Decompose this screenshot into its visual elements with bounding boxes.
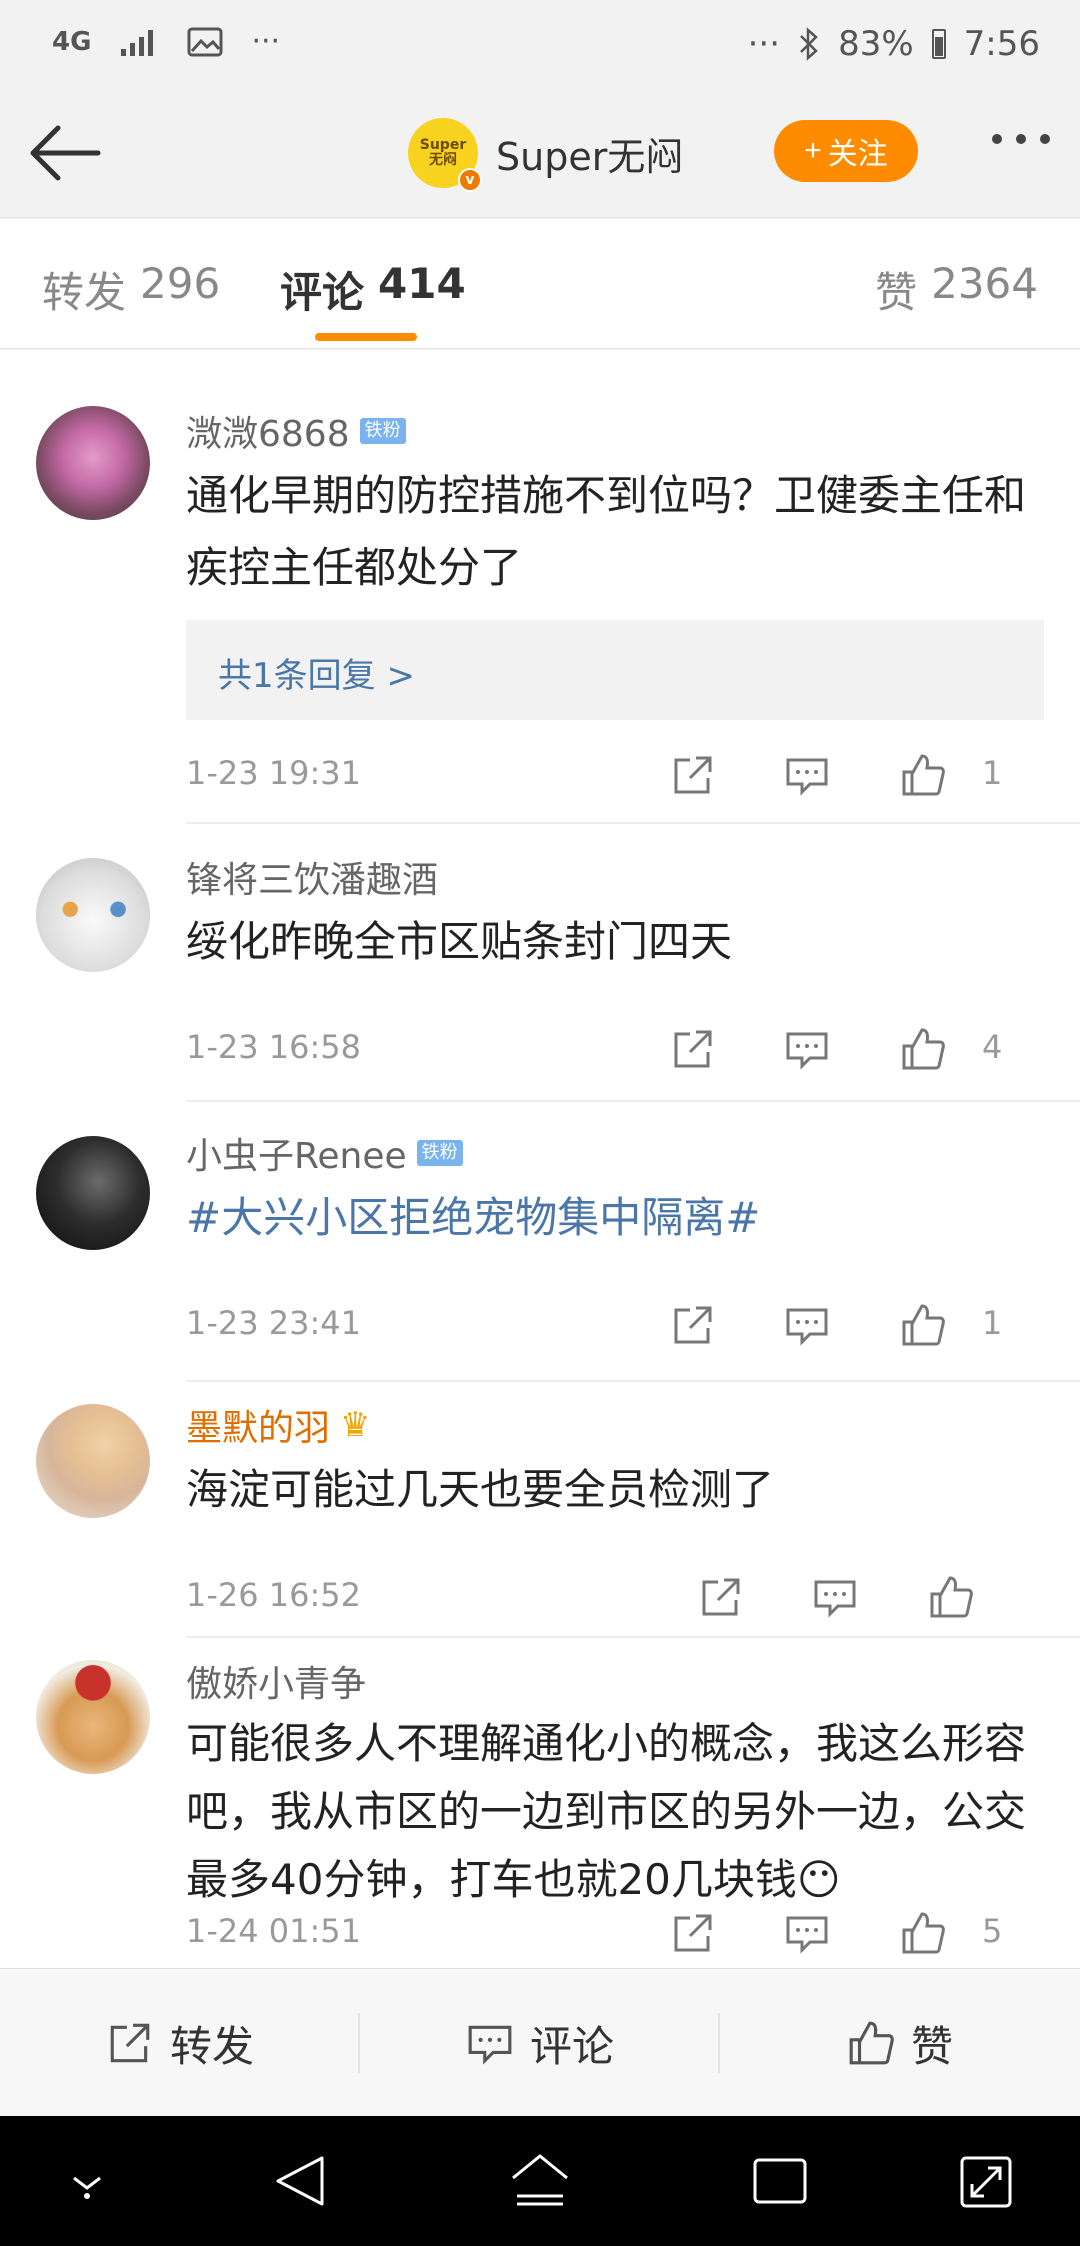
comment-text: 通化早期的防控措施不到位吗？卫健委主任和疾控主任都处分了 [186,471,1027,592]
status-dots: ··· [747,24,781,64]
like-count: 5 [982,1912,1003,1950]
like-icon[interactable] [900,1910,946,1956]
fan-badge: 铁粉 [359,418,406,444]
comment-icon[interactable] [784,1026,830,1072]
username[interactable]: 小虫子Renee [186,1127,407,1179]
repost-icon [110,2023,150,2063]
comment-label: 评论 [529,2021,614,2071]
battery-percent: 83% [838,24,914,64]
active-tab-indicator [315,333,417,341]
app-header: Super 无闷 v Super无闷 + 关注 [0,90,1080,218]
repost-icon[interactable] [698,1574,744,1620]
system-nav-bar [0,2116,1080,2246]
like-icon[interactable] [900,752,946,798]
like-count: 1 [982,1304,1003,1342]
like-count: 4 [982,1028,1003,1066]
repost-icon[interactable] [670,1302,716,1348]
comment-time: 1-23 16:58 [186,1028,362,1066]
username[interactable]: 墨默的羽 [186,1399,330,1451]
comment-time: 1-24 01:51 [186,1912,362,1950]
comment-text: 海淀可能过几天也要全员检测了 [186,1465,775,1514]
comment-icon[interactable] [812,1574,858,1620]
clock: 7:56 [963,24,1040,64]
network-type: 4G [52,26,92,57]
follow-button[interactable]: + 关注 [774,120,918,182]
bottom-action-bar: 转发 评论 赞 [0,1968,1080,2116]
account-info[interactable]: Super 无闷 v Super无闷 [408,118,683,192]
repost-icon[interactable] [670,752,716,798]
expand-icon[interactable] [952,2148,1022,2214]
comment-icon[interactable] [784,1910,830,1956]
comment-item: 溦溦6868 铁粉 通化早期的防控措施不到位吗？卫健委主任和疾控主任都处分了 共… [0,350,1080,824]
comment-button[interactable]: 评论 [360,1969,720,2117]
comment-time: 1-23 23:41 [186,1304,362,1342]
tab-reposts[interactable]: 转发 296 [42,259,220,320]
comment-icon [468,2025,512,2065]
hide-keyboard-icon[interactable] [52,2148,122,2214]
comment-text: 绥化昨晚全市区贴条封门四天 [186,917,733,966]
account-avatar[interactable]: Super 无闷 v [408,118,482,192]
recent-apps-icon[interactable] [745,2148,815,2214]
comment-icon[interactable] [784,1302,830,1348]
repost-button[interactable]: 转发 [0,1969,360,2117]
like-label: 赞 [910,2021,953,2071]
like-icon[interactable] [900,1026,946,1072]
avatar-text: Super 无闷 [419,137,467,168]
comment-time: 1-26 16:52 [186,1576,362,1614]
tab-label: 赞 [875,268,918,317]
home-nav-icon[interactable] [505,2148,575,2214]
user-avatar[interactable] [36,1404,150,1518]
user-avatar[interactable] [36,406,150,520]
like-count: 1 [982,754,1003,792]
comment-text: 可能很多人不理解通化小的概念，我这么形容吧，我从市区的一边到市区的另外一边，公交… [186,1719,1027,1904]
notification-dots: ··· [251,24,281,59]
user-avatar[interactable] [36,1660,150,1774]
tab-comments[interactable]: 评论 414 [280,259,466,320]
comment-icon[interactable] [784,752,830,798]
view-replies-link[interactable]: 共1条回复 > [218,648,415,697]
signal-icon [121,29,154,56]
username[interactable]: 溦溦6868 [186,405,350,457]
repost-icon[interactable] [670,1026,716,1072]
tab-likes[interactable]: 赞 2364 [875,259,1038,320]
tab-count: 296 [140,259,221,308]
plus-icon: + [804,134,822,167]
back-nav-icon[interactable] [266,2148,336,2214]
tab-label: 转发 [42,268,127,317]
tab-label: 评论 [280,268,365,317]
verified-icon: v [458,168,482,192]
comment-item: 小虫子Renee 铁粉 #大兴小区拒绝宠物集中隔离# 1-23 23:41 1 [0,1102,1080,1382]
user-avatar[interactable] [36,1136,150,1250]
username[interactable]: 锋将三饮潘趣酒 [186,851,438,903]
crown-icon: ♛ [340,1405,371,1445]
bluetooth-icon [800,27,818,61]
hashtag-link[interactable]: #大兴小区拒绝宠物集中隔离# [186,1182,1044,1254]
back-arrow-icon[interactable] [28,118,104,188]
status-bar: 4G ··· ··· 83% 7:56 [0,0,1080,90]
tab-bar: 转发 296 评论 414 赞 2364 [0,219,1080,349]
comment-list[interactable]: 溦溦6868 铁粉 通化早期的防控措施不到位吗？卫健委主任和疾控主任都处分了 共… [0,350,1080,1968]
like-button[interactable]: 赞 [720,1969,1080,2117]
image-icon [187,27,223,56]
like-icon [849,2021,894,2065]
follow-label: 关注 [827,138,888,171]
comment-item: 锋将三饮潘趣酒 绥化昨晚全市区贴条封门四天 1-23 16:58 4 [0,824,1080,1102]
repost-icon[interactable] [670,1910,716,1956]
more-options-icon[interactable] [992,134,1050,144]
like-icon[interactable] [928,1574,974,1620]
like-icon[interactable] [900,1302,946,1348]
user-avatar[interactable] [36,858,150,972]
account-name[interactable]: Super无闷 [496,126,683,181]
tab-count: 414 [378,259,466,308]
battery-icon [931,29,946,59]
comment-time: 1-23 19:31 [186,754,362,792]
comment-item: 傲娇小青争 可能很多人不理解通化小的概念，我这么形容吧，我从市区的一边到市区的另… [0,1638,1080,1968]
fan-badge: 铁粉 [416,1140,463,1166]
comment-item: 墨默的羽 ♛ 海淀可能过几天也要全员检测了 1-26 16:52 [0,1382,1080,1638]
tab-count: 2364 [931,259,1038,308]
repost-label: 转发 [169,2021,254,2071]
reply-summary-box[interactable]: 共1条回复 > [186,620,1044,720]
username[interactable]: 傲娇小青争 [186,1655,366,1707]
